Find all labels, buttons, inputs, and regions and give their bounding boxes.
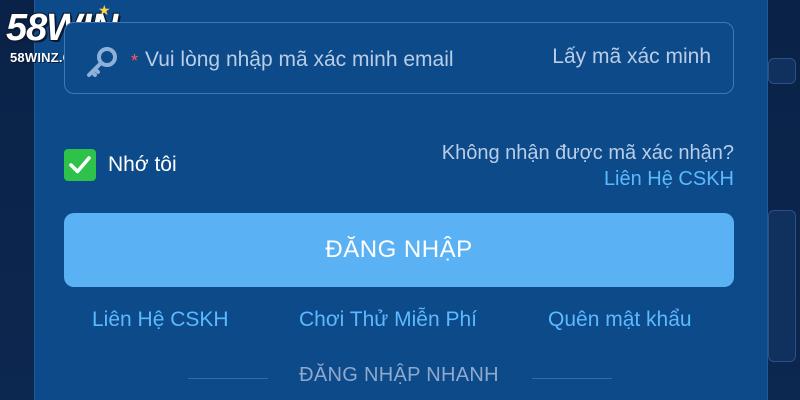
help-contact-link[interactable]: Liên Hệ CSKH <box>604 168 734 190</box>
secondary-links: Liên Hệ CSKH Chơi Thử Miễn Phí Quên mật … <box>64 308 734 338</box>
remember-me-toggle[interactable]: Nhớ tôi <box>64 148 177 182</box>
free-play-link[interactable]: Chơi Thử Miễn Phí <box>299 308 477 332</box>
code-help: Không nhận được mã xác nhận? Liên Hệ CSKH <box>434 140 734 192</box>
checkmark-icon <box>69 156 91 174</box>
forgot-password-link[interactable]: Quên mật khẩu <box>548 308 692 332</box>
divider-line <box>532 378 612 379</box>
contact-support-link[interactable]: Liên Hệ CSKH <box>92 308 229 332</box>
email-code-field[interactable]: * Lấy mã xác minh <box>64 22 734 94</box>
key-icon <box>87 47 117 77</box>
side-decoration <box>768 210 796 362</box>
login-button[interactable]: ĐĂNG NHẬP <box>64 213 734 287</box>
side-decoration <box>768 58 796 84</box>
quick-login-label: ĐĂNG NHẬP NHANH <box>299 364 499 386</box>
email-code-input[interactable] <box>143 43 507 77</box>
quick-login-divider: ĐĂNG NHẬP NHANH <box>64 364 734 392</box>
required-marker: * <box>131 51 139 71</box>
right-backdrop <box>766 0 800 400</box>
star-icon: ★ <box>98 2 111 18</box>
login-screen: 58WIN ★ 58WINZ.COM * Lấy mã xác minh Nhớ… <box>0 0 800 400</box>
remember-checkbox[interactable] <box>64 149 96 181</box>
help-text: Không nhận được mã xác nhận? <box>441 142 734 164</box>
remember-label: Nhớ tôi <box>108 153 177 176</box>
get-code-button[interactable]: Lấy mã xác minh <box>552 45 711 69</box>
